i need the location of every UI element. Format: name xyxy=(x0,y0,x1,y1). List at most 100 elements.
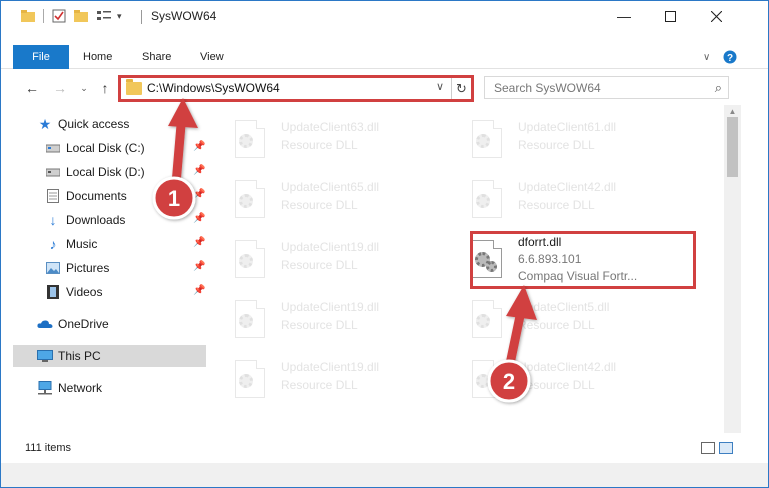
sidebar-item-quick-access[interactable]: ★ Quick access xyxy=(13,113,206,135)
title-bar: ▾ SysWOW64 — xyxy=(1,1,768,31)
sidebar-item-pictures[interactable]: Pictures 📌 xyxy=(13,257,206,279)
file-description: Resource DLL xyxy=(281,318,358,332)
customize-toolbar-icon[interactable]: ▾ xyxy=(117,11,122,22)
sidebar-item-this-pc[interactable]: This PC xyxy=(13,345,206,367)
navigation-row: ← → ⌄ ↑ C:\Windows\SysWOW64 ∨ ↻ Search S… xyxy=(1,71,768,105)
tab-home[interactable]: Home xyxy=(83,45,112,69)
computer-icon xyxy=(37,348,53,364)
music-icon: ♪ xyxy=(49,236,57,252)
address-path[interactable]: C:\Windows\SysWOW64 xyxy=(147,81,280,95)
folder-icon xyxy=(21,10,35,22)
expand-ribbon-icon[interactable]: ∨ xyxy=(703,45,710,69)
dll-file-icon xyxy=(235,360,269,400)
scroll-up-icon[interactable]: ▲ xyxy=(724,105,741,117)
search-input[interactable]: Search SysWOW64 xyxy=(494,81,601,95)
tab-file[interactable]: File xyxy=(13,45,69,69)
file-item[interactable]: UpdateClient42.dll Resource DLL xyxy=(456,351,666,399)
bottom-strip xyxy=(1,463,768,487)
window-title: SysWOW64 xyxy=(151,9,217,23)
back-arrow-icon: ← xyxy=(25,80,39,96)
sidebar-item-label: Downloads xyxy=(66,213,126,227)
details-view-icon[interactable] xyxy=(701,442,715,454)
sidebar-item-label: Quick access xyxy=(58,117,130,131)
maximize-button[interactable] xyxy=(647,1,693,31)
forward-arrow-icon: → xyxy=(53,80,67,96)
dll-file-icon xyxy=(472,360,506,400)
view-options-icon[interactable] xyxy=(96,9,112,23)
title-separator xyxy=(141,10,142,24)
help-button[interactable]: ? xyxy=(723,45,737,69)
disk-icon xyxy=(45,140,61,156)
file-item[interactable]: UpdateClient65.dll Resource DLL xyxy=(219,171,429,219)
pin-icon: 📌 xyxy=(193,261,206,272)
file-item[interactable]: UpdateClient42.dll Resource DLL xyxy=(456,171,666,219)
sidebar-item-label: Local Disk (C:) xyxy=(66,141,145,155)
large-icons-view-icon[interactable] xyxy=(719,442,733,454)
sidebar-item-downloads[interactable]: ↓ Downloads 📌 xyxy=(13,209,206,231)
forward-button[interactable]: → xyxy=(51,79,69,97)
search-icon: ⌕ xyxy=(714,80,722,95)
minimize-button[interactable]: — xyxy=(601,1,647,31)
sidebar-item-network[interactable]: Network xyxy=(13,377,206,399)
file-description: Resource DLL xyxy=(281,198,358,212)
file-description: Resource DLL xyxy=(518,318,595,332)
file-description: Resource DLL xyxy=(281,138,358,152)
download-icon: ↓ xyxy=(49,212,57,228)
pin-icon: 📌 xyxy=(193,237,206,248)
network-icon xyxy=(37,380,53,396)
new-folder-icon[interactable] xyxy=(74,10,88,22)
disk-icon xyxy=(45,164,61,180)
sidebar-item-label: This PC xyxy=(58,349,101,363)
pin-icon: 📌 xyxy=(193,285,206,296)
ribbon-tabs: File Home Share View ∨ ? xyxy=(1,45,768,69)
address-bar[interactable]: C:\Windows\SysWOW64 ∨ ↻ xyxy=(118,75,474,102)
file-name: UpdateClient42.dll xyxy=(518,180,617,194)
maximize-icon xyxy=(664,10,676,22)
sidebar-item-documents[interactable]: Documents 📌 xyxy=(13,185,206,207)
address-dropdown-icon[interactable]: ∨ xyxy=(436,80,444,93)
explorer-window: ▾ SysWOW64 — File Home Share View ∨ ? ← … xyxy=(0,0,769,488)
file-name: UpdateClient61.dll xyxy=(518,120,617,134)
sidebar-item-videos[interactable]: Videos 📌 xyxy=(13,281,206,303)
scrollbar-thumb[interactable] xyxy=(727,117,738,177)
sidebar-item-local-disk-c[interactable]: Local Disk (C:) 📌 xyxy=(13,137,206,159)
file-description: Resource DLL xyxy=(518,198,595,212)
file-name: UpdateClient19.dll xyxy=(281,240,380,254)
sidebar-item-onedrive[interactable]: OneDrive xyxy=(13,313,206,335)
dll-file-icon xyxy=(235,240,269,280)
search-box[interactable]: Search SysWOW64 ⌕ xyxy=(484,76,729,99)
documents-icon xyxy=(45,188,61,204)
close-button[interactable] xyxy=(693,1,739,31)
properties-icon[interactable] xyxy=(52,9,66,23)
dll-file-icon xyxy=(235,120,269,160)
file-item[interactable]: UpdateClient19.dll Resource DLL xyxy=(219,351,429,399)
sidebar-item-local-disk-d[interactable]: Local Disk (D:) 📌 xyxy=(13,161,206,183)
file-item[interactable]: UpdateClient5.dll Resource DLL xyxy=(456,291,666,339)
sidebar-item-label: OneDrive xyxy=(58,317,109,331)
file-item[interactable]: UpdateClient19.dll Resource DLL xyxy=(219,231,429,279)
folder-icon xyxy=(126,79,142,95)
refresh-button[interactable]: ↻ xyxy=(451,78,471,99)
navigation-pane: ★ Quick access Local Disk (C:) 📌 Local D… xyxy=(13,105,209,433)
up-arrow-icon: ↑ xyxy=(101,80,109,96)
sidebar-item-label: Videos xyxy=(66,285,103,299)
vertical-scrollbar[interactable]: ▲ xyxy=(724,105,741,433)
pin-icon: 📌 xyxy=(193,213,206,224)
file-item[interactable]: UpdateClient61.dll Resource DLL xyxy=(456,111,666,159)
file-name: UpdateClient19.dll xyxy=(281,300,380,314)
file-item[interactable]: UpdateClient63.dll Resource DLL xyxy=(219,111,429,159)
dll-file-icon xyxy=(472,300,506,340)
sidebar-item-music[interactable]: ♪ Music 📌 xyxy=(13,233,206,255)
file-description: Resource DLL xyxy=(281,378,358,392)
back-button[interactable]: ← xyxy=(23,79,41,97)
cloud-icon xyxy=(37,316,53,332)
file-item[interactable]: UpdateClient19.dll Resource DLL xyxy=(219,291,429,339)
pin-icon: 📌 xyxy=(193,141,206,152)
recent-locations-button[interactable]: ⌄ xyxy=(75,79,93,97)
up-button[interactable]: ↑ xyxy=(96,79,114,97)
tab-view[interactable]: View xyxy=(200,45,224,69)
refresh-icon: ↻ xyxy=(456,80,467,96)
tab-share[interactable]: Share xyxy=(142,45,171,69)
help-icon: ? xyxy=(723,50,737,64)
file-highlight-box xyxy=(470,231,696,289)
